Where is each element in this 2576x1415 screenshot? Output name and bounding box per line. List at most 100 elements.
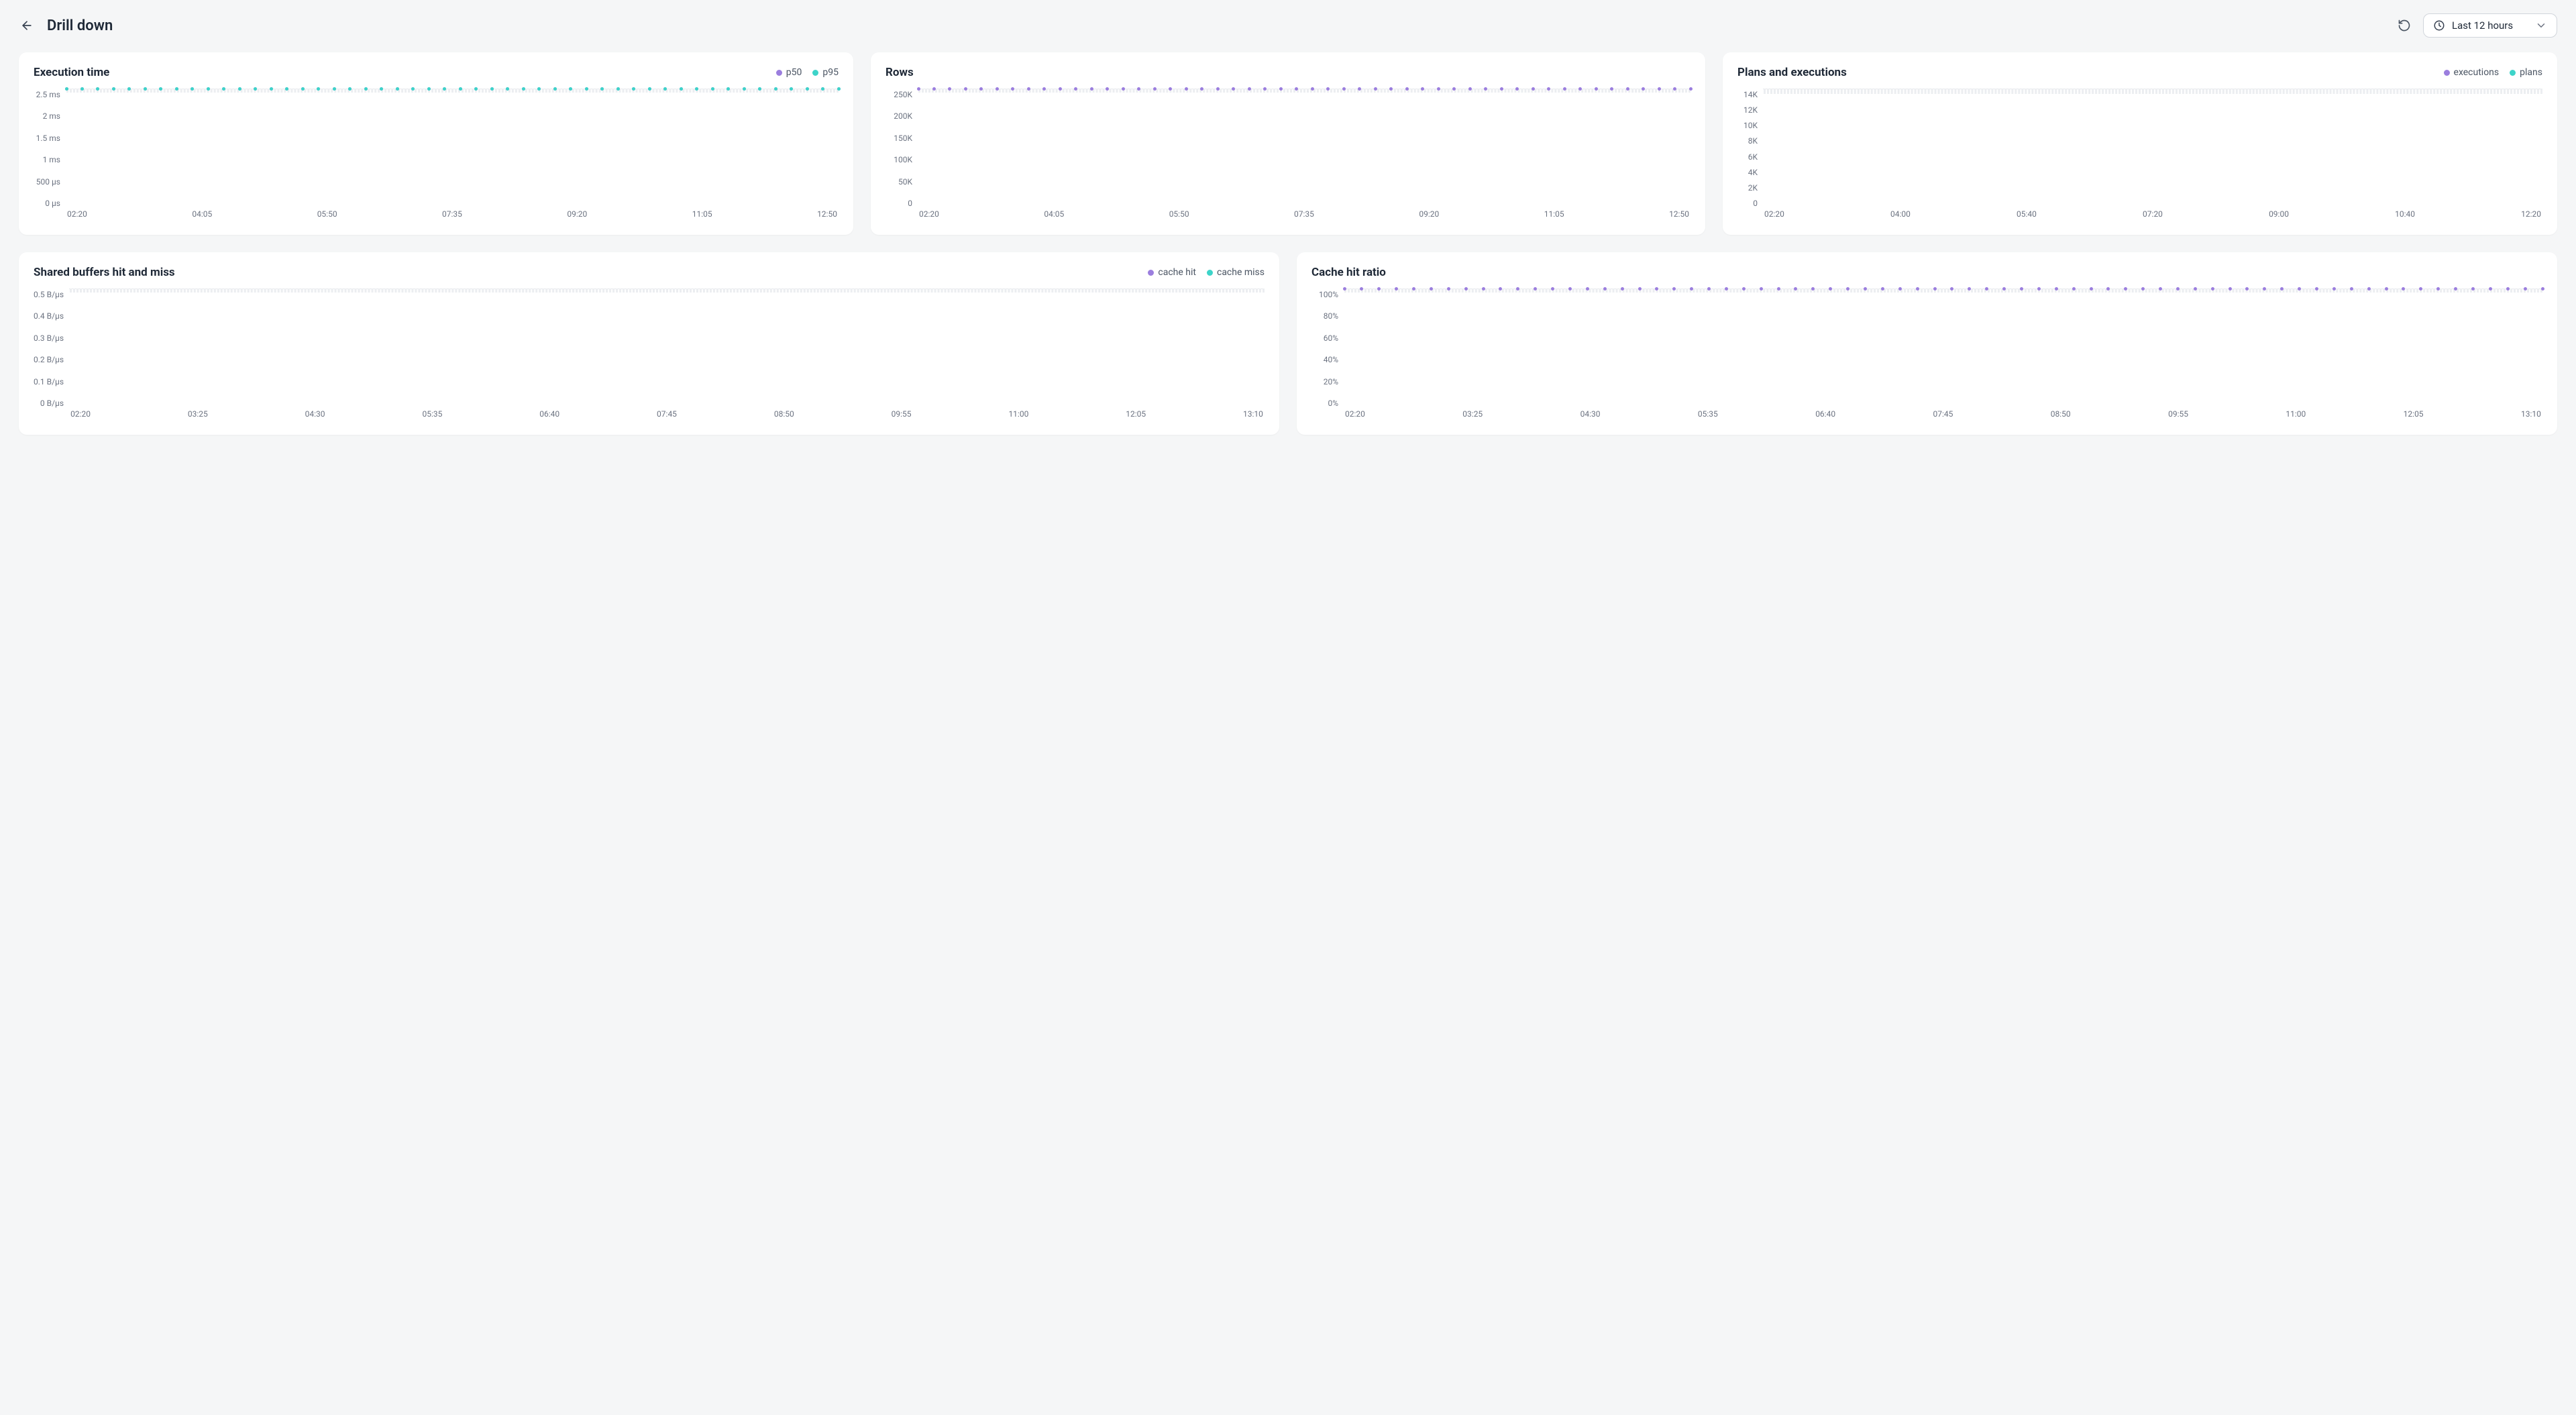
data-point (2055, 287, 2058, 291)
data-point (585, 87, 588, 91)
data-point (1655, 287, 1658, 291)
data-point (806, 87, 809, 91)
data-point (1725, 287, 1728, 291)
data-point (1011, 87, 1014, 91)
data-point (1326, 87, 1330, 91)
x-tick: 07:45 (657, 409, 677, 423)
data-point (1881, 287, 1884, 291)
data-point (917, 87, 920, 91)
x-tick: 06:40 (1815, 409, 1835, 423)
x-tick: 10:40 (2395, 209, 2415, 223)
data-point (427, 87, 431, 91)
x-tick: 04:30 (305, 409, 325, 423)
data-point (758, 87, 761, 91)
data-point (1395, 287, 1398, 291)
data-point (285, 87, 288, 91)
data-point (333, 87, 336, 91)
data-point (1295, 87, 1298, 91)
data-point (2280, 287, 2284, 291)
data-point (600, 87, 604, 91)
x-tick: 12:50 (817, 209, 837, 223)
legend-item: cache miss (1207, 267, 1265, 278)
data-point (1898, 287, 1902, 291)
data-point (1216, 87, 1220, 91)
x-tick: 05:40 (2017, 209, 2037, 223)
data-point (2020, 287, 2023, 291)
data-point (1846, 287, 1849, 291)
x-tick: 08:50 (774, 409, 794, 423)
data-point (711, 87, 714, 91)
data-point (1864, 287, 1867, 291)
chart-card-shared-buffers: Shared buffers hit and misscache hitcach… (19, 252, 1279, 435)
y-tick: 0 B/µs (40, 399, 64, 408)
y-tick: 0 (1753, 199, 1758, 208)
x-tick: 05:35 (422, 409, 442, 423)
x-tick: 09:20 (567, 209, 587, 223)
data-point (1421, 87, 1424, 91)
back-button[interactable] (19, 17, 35, 34)
data-point (1090, 87, 1093, 91)
data-point (2315, 287, 2318, 291)
data-point (695, 87, 698, 91)
data-point (821, 87, 824, 91)
y-tick: 0% (1328, 399, 1338, 408)
data-point (270, 87, 273, 91)
data-point (1464, 287, 1468, 291)
data-point (1916, 287, 1919, 291)
data-point (2541, 287, 2544, 291)
data-point (1358, 87, 1361, 91)
chart-header: Rows (885, 66, 1690, 79)
data-point (1185, 87, 1188, 91)
data-point (1059, 87, 1062, 91)
data-point (790, 87, 793, 91)
x-tick: 04:30 (1580, 409, 1601, 423)
x-tick: 02:20 (1345, 409, 1365, 423)
charts-row-2: Shared buffers hit and misscache hitcach… (19, 252, 2557, 435)
data-point (2489, 287, 2492, 291)
series-line (66, 703, 737, 707)
data-point (2402, 287, 2405, 291)
y-axis: 100%80%60%40%20%0% (1311, 289, 1344, 423)
x-tick: 02:20 (1764, 209, 1784, 223)
data-point (2367, 287, 2371, 291)
y-tick: 0.3 B/µs (34, 333, 64, 343)
data-point (2072, 287, 2076, 291)
data-point (459, 87, 462, 91)
chart-header: Plans and executionsexecutionsplans (1737, 66, 2542, 79)
data-point (1311, 87, 1314, 91)
data-point (1374, 87, 1377, 91)
x-tick: 07:35 (1294, 209, 1314, 223)
x-tick: 05:50 (317, 209, 337, 223)
y-tick: 250K (894, 90, 912, 99)
data-point (1626, 87, 1629, 91)
data-point (616, 87, 620, 91)
chart-title: Plans and executions (1737, 66, 1847, 79)
data-point (2263, 287, 2266, 291)
chart-header: Cache hit ratio (1311, 266, 2542, 279)
data-point (207, 87, 210, 91)
x-tick: 09:20 (1419, 209, 1439, 223)
x-tick: 07:35 (442, 209, 462, 223)
data-point (2002, 287, 2006, 291)
y-tick: 20% (1324, 377, 1338, 386)
legend-item: executions (2444, 67, 2500, 78)
data-point (1673, 87, 1676, 91)
chart-legend: cache hit cache miss (1148, 267, 1265, 278)
x-tick: 02:20 (70, 409, 91, 423)
chart-card-cache-hit-ratio: Cache hit ratio100%80%60%40%20%0%02:2003… (1297, 252, 2557, 435)
chart-card-plans-executions: Plans and executionsexecutionsplans14K12… (1723, 52, 2557, 235)
refresh-button[interactable] (2395, 16, 2414, 35)
chart-title: Cache hit ratio (1311, 266, 1386, 279)
data-point (1811, 287, 1815, 291)
data-point (1437, 87, 1440, 91)
refresh-icon (2398, 19, 2411, 32)
y-tick: 0 (908, 199, 912, 208)
chart-title: Rows (885, 66, 914, 79)
legend-label: cache hit (1158, 267, 1196, 278)
time-range-selector[interactable]: Last 12 hours (2423, 13, 2557, 38)
x-tick: 05:50 (1169, 209, 1189, 223)
data-point (1516, 287, 1519, 291)
data-point (2332, 287, 2336, 291)
data-point (1074, 87, 1077, 91)
data-point (522, 87, 525, 91)
